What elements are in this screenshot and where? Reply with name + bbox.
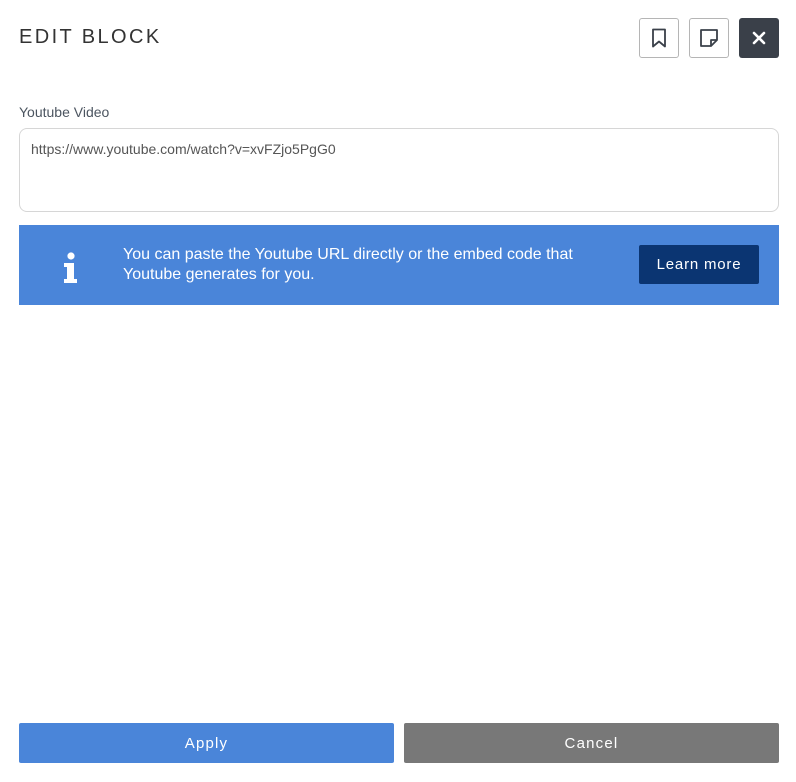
info-text: You can paste the Youtube URL directly o… [123,246,573,283]
dialog-title: EDIT BLOCK [19,26,162,48]
bookmark-button[interactable] [639,18,679,58]
note-button[interactable] [689,18,729,58]
youtube-url-input[interactable]: https://www.youtube.com/watch?v=xvFZjo5P… [19,128,779,212]
info-icon [64,252,77,283]
close-button[interactable] [739,18,779,58]
learn-more-button[interactable]: Learn more [639,245,759,284]
info-banner: You can paste the Youtube URL directly o… [19,225,779,305]
note-icon [700,29,718,47]
youtube-video-label: Youtube Video [19,104,110,120]
close-icon [752,31,766,45]
cancel-button[interactable]: Cancel [404,723,779,763]
apply-button[interactable]: Apply [19,723,394,763]
bookmark-icon [652,28,666,48]
